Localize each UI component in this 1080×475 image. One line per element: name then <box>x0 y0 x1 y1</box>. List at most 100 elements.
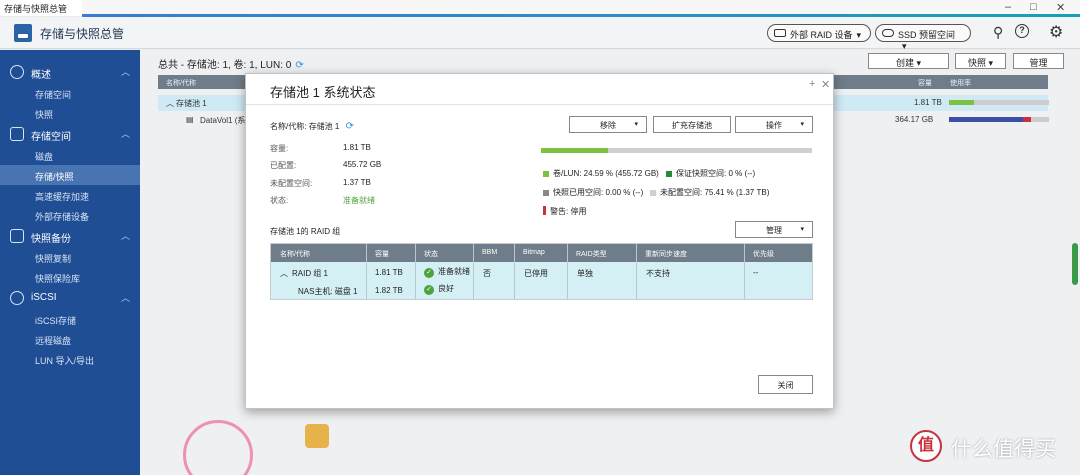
watermark-text: 什么值得买 <box>951 438 1056 461</box>
sidebar-group-storage[interactable]: 存储空间 ︿ <box>0 123 140 145</box>
column-header: 容量 <box>375 251 389 258</box>
sidebar-item-storage-snapshot[interactable]: 存储/快照 <box>0 165 140 185</box>
create-button[interactable]: 创建 ▾ <box>868 53 949 69</box>
row-name: 存储池 1 <box>176 99 207 108</box>
refresh-icon[interactable]: ⟳ <box>295 60 303 71</box>
legend-vol-lun: 卷/LUN: 24.59 % (455.72 GB) <box>543 168 659 179</box>
sidebar-item-snapshot[interactable]: 快照 <box>0 103 140 123</box>
raid-group-resync: 不支持 <box>646 269 670 278</box>
row-capacity: 1.81 TB <box>914 98 942 107</box>
usage-bar-fill <box>949 117 1031 122</box>
legend-swatch <box>543 171 549 177</box>
dashboard-icon <box>10 65 24 79</box>
snapshot-label: 快照 <box>967 58 986 68</box>
sidebar-item-cache-acceleration[interactable]: 高速缓存加速 <box>0 185 140 205</box>
column-header: 名称/代称 <box>166 80 196 87</box>
sidebar-item-snapshot-replica[interactable]: 快照复制 <box>0 247 140 267</box>
unconfigured-label: 未配置空间: <box>270 179 313 188</box>
sidebar-item-disks[interactable]: 磁盘 <box>0 145 140 165</box>
ssd-label: SSD 预留空间 <box>898 30 956 40</box>
sidebar-item-remote-disk[interactable]: 远程磁盘 <box>0 329 140 349</box>
maximize-icon[interactable]: □ <box>1030 1 1037 13</box>
backup-icon <box>10 229 24 243</box>
legend-text: 警告: 停用 <box>550 207 587 216</box>
sidebar-item-iscsi-storage[interactable]: iSCSI存储 <box>0 309 140 329</box>
pool-usage-bar <box>541 148 812 153</box>
row-expand-icon[interactable]: ︿ <box>166 98 174 109</box>
search-icon[interactable]: ⚲ <box>993 24 1003 41</box>
pool-status-dialog: 存储池 1 系统状态 + ✕ 名称/代称: 存储池 1 ⟳ 容量: 1.81 T… <box>245 73 834 409</box>
raid-group-table: 名称/代称 容量 状态 BBM Bitmap RAID类型 重新同步速度 优先级… <box>270 243 813 300</box>
scrollbar-thumb[interactable] <box>1072 243 1078 285</box>
raid-group-status-text: 准备就绪 <box>438 267 470 276</box>
external-raid-button[interactable]: 外部 RAID 设备 ▾ <box>767 24 871 42</box>
close-icon[interactable]: ✕ <box>1056 1 1065 14</box>
close-icon[interactable]: ✕ <box>821 78 830 91</box>
pool-name: 名称/代称: 存储池 1 ⟳ <box>270 121 354 132</box>
raid-table-header: 名称/代称 容量 状态 BBM Bitmap RAID类型 重新同步速度 优先级 <box>271 244 812 262</box>
chevron-up-icon: ︿ <box>120 293 130 303</box>
close-button[interactable]: 关闭 <box>758 375 813 394</box>
sidebar: 概述 ︿ 存储空间 快照 存储空间 ︿ 磁盘 存储/快照 高速缓存加速 外部存储… <box>0 50 140 475</box>
sidebar-item-external-storage[interactable]: 外部存储设备 <box>0 205 140 225</box>
action-label: 操作 <box>766 121 782 130</box>
sticker-graphic <box>305 424 329 448</box>
column-divider <box>514 244 515 299</box>
expand-icon[interactable]: + <box>809 78 815 90</box>
raid-expand-icon[interactable]: ︿ <box>280 268 288 279</box>
column-header: 状态 <box>424 251 438 258</box>
disk-status-text: 良好 <box>438 284 454 293</box>
minimize-icon[interactable]: – <box>1005 1 1011 13</box>
sidebar-group-snapshot-backup[interactable]: 快照备份 ︿ <box>0 225 140 247</box>
sidebar-item-storage-space[interactable]: 存储空间 <box>0 83 140 103</box>
window-title: 存储与快照总管 <box>4 4 68 14</box>
configured-label: 已配置: <box>270 161 297 170</box>
pool-name-value: 存储池 1 <box>308 122 340 131</box>
legend-swatch <box>543 206 546 215</box>
column-divider <box>366 244 367 299</box>
check-icon: ✓ <box>424 285 434 295</box>
storage-app-icon <box>14 24 32 42</box>
help-icon[interactable]: ? <box>1015 24 1029 38</box>
snapshot-button[interactable]: 快照 ▾ <box>955 53 1006 69</box>
chevron-up-icon: ︿ <box>120 129 130 139</box>
sidebar-group-overview[interactable]: 概述 ︿ <box>0 61 140 83</box>
raid-group-priority: -- <box>753 268 759 277</box>
status-label: 状态: <box>270 196 289 205</box>
refresh-icon[interactable]: ⟳ <box>346 121 354 132</box>
ssd-overprovision-button[interactable]: SSD 预留空间▾ <box>875 24 971 51</box>
column-divider <box>636 244 637 299</box>
sidebar-group-iscsi[interactable]: iSCSI ︿ <box>0 287 140 309</box>
legend-swatch <box>543 190 549 196</box>
raid-group-row[interactable]: ︿ RAID 组 1 1.81 TB ✓ 准备就绪 否 已停用 单独 不支持 --… <box>271 262 812 299</box>
chevron-up-icon: ︿ <box>120 231 130 241</box>
raid-group-status: ✓ 准备就绪 <box>424 266 470 278</box>
capacity-value: 1.81 TB <box>343 143 371 152</box>
remove-button[interactable]: 移除 ▾ <box>569 116 647 133</box>
expand-pool-button[interactable]: 扩充存储池 <box>653 116 731 133</box>
raid-group-bbm: 否 <box>483 269 491 278</box>
caret-down-icon: ▾ <box>634 121 638 128</box>
legend-swatch <box>666 171 672 177</box>
raid-group-bitmap: 已停用 <box>524 269 548 278</box>
legend-warning: 警告: 停用 <box>543 206 586 217</box>
gear-icon[interactable]: ⚙ <box>1049 22 1063 42</box>
column-divider <box>744 244 745 299</box>
sidebar-item-lun-import-export[interactable]: LUN 导入/导出 <box>0 349 140 369</box>
status-value: 准备就绪 <box>343 196 375 205</box>
caret-down-icon: ▾ <box>800 121 804 128</box>
create-label: 创建 <box>895 58 914 68</box>
action-button[interactable]: 操作 ▾ <box>735 116 813 133</box>
usage-bar-fill <box>949 100 974 105</box>
legend-text: 保证快照空间: 0 % (--) <box>676 169 756 178</box>
manage-button[interactable]: 管理 <box>1013 53 1064 69</box>
database-icon <box>10 127 24 141</box>
sidebar-group-label: 概述 <box>31 70 51 81</box>
raid-manage-button[interactable]: 管理 ▾ <box>735 221 813 238</box>
ssd-icon <box>882 29 894 37</box>
summary-text: 总共 - 存储池: 1, 卷: 1, LUN: 0 <box>158 60 292 71</box>
sidebar-item-snapshot-vault[interactable]: 快照保险库 <box>0 267 140 287</box>
legend-text: 未配置空间: 75.41 % (1.37 TB) <box>660 188 770 197</box>
pool-usage-fill <box>541 148 608 153</box>
disk-status: ✓ 良好 <box>424 283 454 295</box>
